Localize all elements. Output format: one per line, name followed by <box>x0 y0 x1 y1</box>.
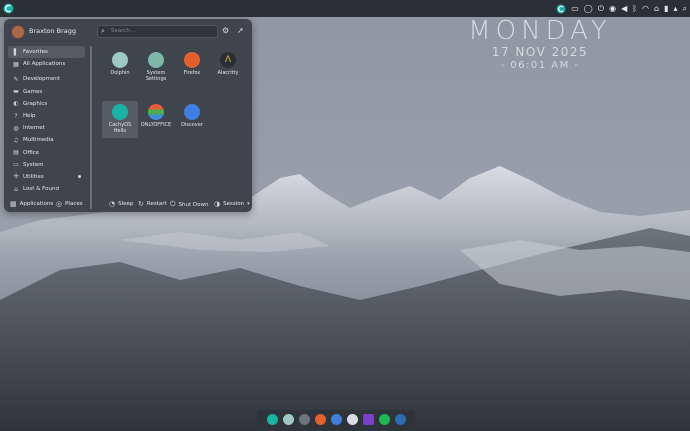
discover-dock-icon[interactable] <box>330 414 342 425</box>
clock-widget: MONDAY 17 NOV 2025 - 06:01 AM - <box>455 16 625 71</box>
category-lost-and-found[interactable]: ⌂ Lost & Found <box>8 183 85 195</box>
category-scrollbar[interactable] <box>90 46 92 209</box>
session-icon: ◑ <box>214 200 221 208</box>
app-cachyos-hello[interactable]: CachyOS Hello <box>102 101 138 138</box>
gamepad-icon: ▬ <box>13 88 19 96</box>
volume-icon[interactable]: ◀ <box>621 0 627 17</box>
new-items-dot <box>78 175 81 179</box>
computer-icon: ▭ <box>13 161 19 169</box>
search-input[interactable]: ⌕ Search... <box>97 25 218 38</box>
avatar[interactable] <box>11 25 25 39</box>
restart-icon: ↻ <box>138 200 144 208</box>
steam-client-dock-icon[interactable] <box>346 414 358 425</box>
battery-icon[interactable]: ▮ <box>664 0 668 17</box>
dock <box>257 410 415 429</box>
session-button[interactable]: ◑ Session ▾ <box>214 200 250 208</box>
hub-icon[interactable]: ⌂ <box>654 0 659 17</box>
spotify-dock-icon[interactable] <box>378 414 390 425</box>
bluetooth-icon[interactable]: ᛒ <box>632 0 637 17</box>
alacritty-icon: Λ <box>220 52 236 68</box>
category-development[interactable]: ✎ Development <box>8 73 85 85</box>
category-internet[interactable]: ◍ Internet <box>8 122 85 134</box>
category-system[interactable]: ▭ System <box>8 159 85 171</box>
settings-gear-icon[interactable]: ⚙ <box>222 26 229 36</box>
palette-icon: ◐ <box>13 100 19 108</box>
cachyos-hello-dock-icon[interactable] <box>266 414 278 425</box>
sleep-icon: ◔ <box>109 200 116 208</box>
search-placeholder: Search... <box>111 28 136 34</box>
applications-icon: ▦ <box>10 200 17 208</box>
circle-icon[interactable]: ◯ <box>584 0 593 17</box>
wifi-icon[interactable]: ◠ <box>642 0 649 17</box>
cachyos-tray-icon[interactable] <box>556 4 566 14</box>
category-graphics[interactable]: ◐ Graphics <box>8 98 85 110</box>
clock-date: 17 NOV 2025 <box>491 45 589 59</box>
tab-places[interactable]: ◎ Places <box>56 200 83 208</box>
category-office[interactable]: ▤ Office <box>8 147 85 159</box>
purple-app-dock-icon[interactable] <box>362 414 374 425</box>
clock-time: - 06:01 AM - <box>500 60 580 71</box>
firefox-dock-icon[interactable] <box>314 414 326 425</box>
settings-dock-icon[interactable] <box>298 414 310 425</box>
menu-footer: ▦ Applications ◎ Places ◔ Sleep ↻ Restart ⏻ S… <box>4 197 252 212</box>
sleep-button[interactable]: ◔ Sleep <box>109 200 133 208</box>
eye-icon[interactable]: ◉ <box>609 0 616 17</box>
category-help[interactable]: ? Help <box>8 110 85 122</box>
tab-applications[interactable]: ▦ Applications <box>10 200 53 208</box>
chevron-down-icon: ▾ <box>247 201 250 207</box>
category-favorites[interactable]: ▌ Favorites <box>8 46 85 59</box>
power-icon: ⏻ <box>170 200 176 208</box>
app-alacritty[interactable]: Λ Alacritty <box>210 49 246 86</box>
category-all-applications[interactable]: ▦ All Applications <box>8 58 85 70</box>
menu-header: Braxton Bragg ⌕ Search... ⚙ ➚ <box>4 19 252 43</box>
app-dolphin[interactable]: Dolphin <box>102 49 138 86</box>
category-games[interactable]: ▬ Games <box>8 86 85 98</box>
app-discover[interactable]: Discover <box>174 101 210 138</box>
dolphin-icon <box>112 52 128 68</box>
document-icon: ▤ <box>13 149 19 157</box>
application-menu: Braxton Bragg ⌕ Search... ⚙ ➚ ▌ Favorites… <box>4 19 252 212</box>
restart-button[interactable]: ↻ Restart <box>138 200 167 208</box>
steam-dock-icon[interactable] <box>394 414 406 425</box>
help-icon: ? <box>14 112 18 120</box>
utilities-icon: ✣ <box>13 173 19 181</box>
category-utilities[interactable]: ✣ Utilities <box>8 171 85 183</box>
monitor-icon[interactable]: ▭ <box>571 0 579 17</box>
user-name: Braxton Bragg <box>29 27 77 35</box>
system-tray: ▭ ◯ ⏻ ◉ ◀ ᛒ ◠ ⌂ ▮ ▴ ⌕ <box>556 0 687 17</box>
cachyos-launcher-icon <box>3 3 14 14</box>
cachyos-hello-icon <box>112 104 128 120</box>
wrench-icon: ✎ <box>13 75 19 83</box>
category-multimedia[interactable]: ♫ Multimedia <box>8 134 85 146</box>
globe-icon: ◍ <box>13 124 19 132</box>
search-icon: ⌕ <box>101 27 105 35</box>
settings-icon <box>148 52 164 68</box>
search-icon[interactable]: ⌕ <box>683 0 687 17</box>
pin-icon[interactable]: ➚ <box>237 26 244 36</box>
bookmark-icon: ▌ <box>13 48 19 56</box>
places-icon: ◎ <box>56 200 63 208</box>
discover-icon <box>184 104 200 120</box>
dolphin-dock-icon[interactable] <box>282 414 294 425</box>
category-list: ▌ Favorites ▦ All Applications ✎ Developmen… <box>8 46 85 195</box>
clock-day: MONDAY <box>468 16 612 46</box>
app-system-settings[interactable]: System Settings <box>138 49 174 86</box>
onlyoffice-icon <box>148 104 164 120</box>
expand-icon[interactable]: ▴ <box>674 0 678 17</box>
app-onlyoffice[interactable]: ONLYOFFICE <box>138 101 174 138</box>
top-panel: ▭ ◯ ⏻ ◉ ◀ ᛒ ◠ ⌂ ▮ ▴ ⌕ <box>0 0 690 17</box>
shutdown-button[interactable]: ⏻ Shut Down <box>170 200 209 209</box>
multimedia-icon: ♫ <box>13 136 19 144</box>
power-icon[interactable]: ⏻ <box>598 0 604 17</box>
lost-found-icon: ⌂ <box>14 185 18 193</box>
firefox-icon <box>184 52 200 68</box>
app-firefox[interactable]: Firefox <box>174 49 210 86</box>
application-launcher-button[interactable] <box>0 0 17 17</box>
grid-icon: ▦ <box>13 60 19 68</box>
